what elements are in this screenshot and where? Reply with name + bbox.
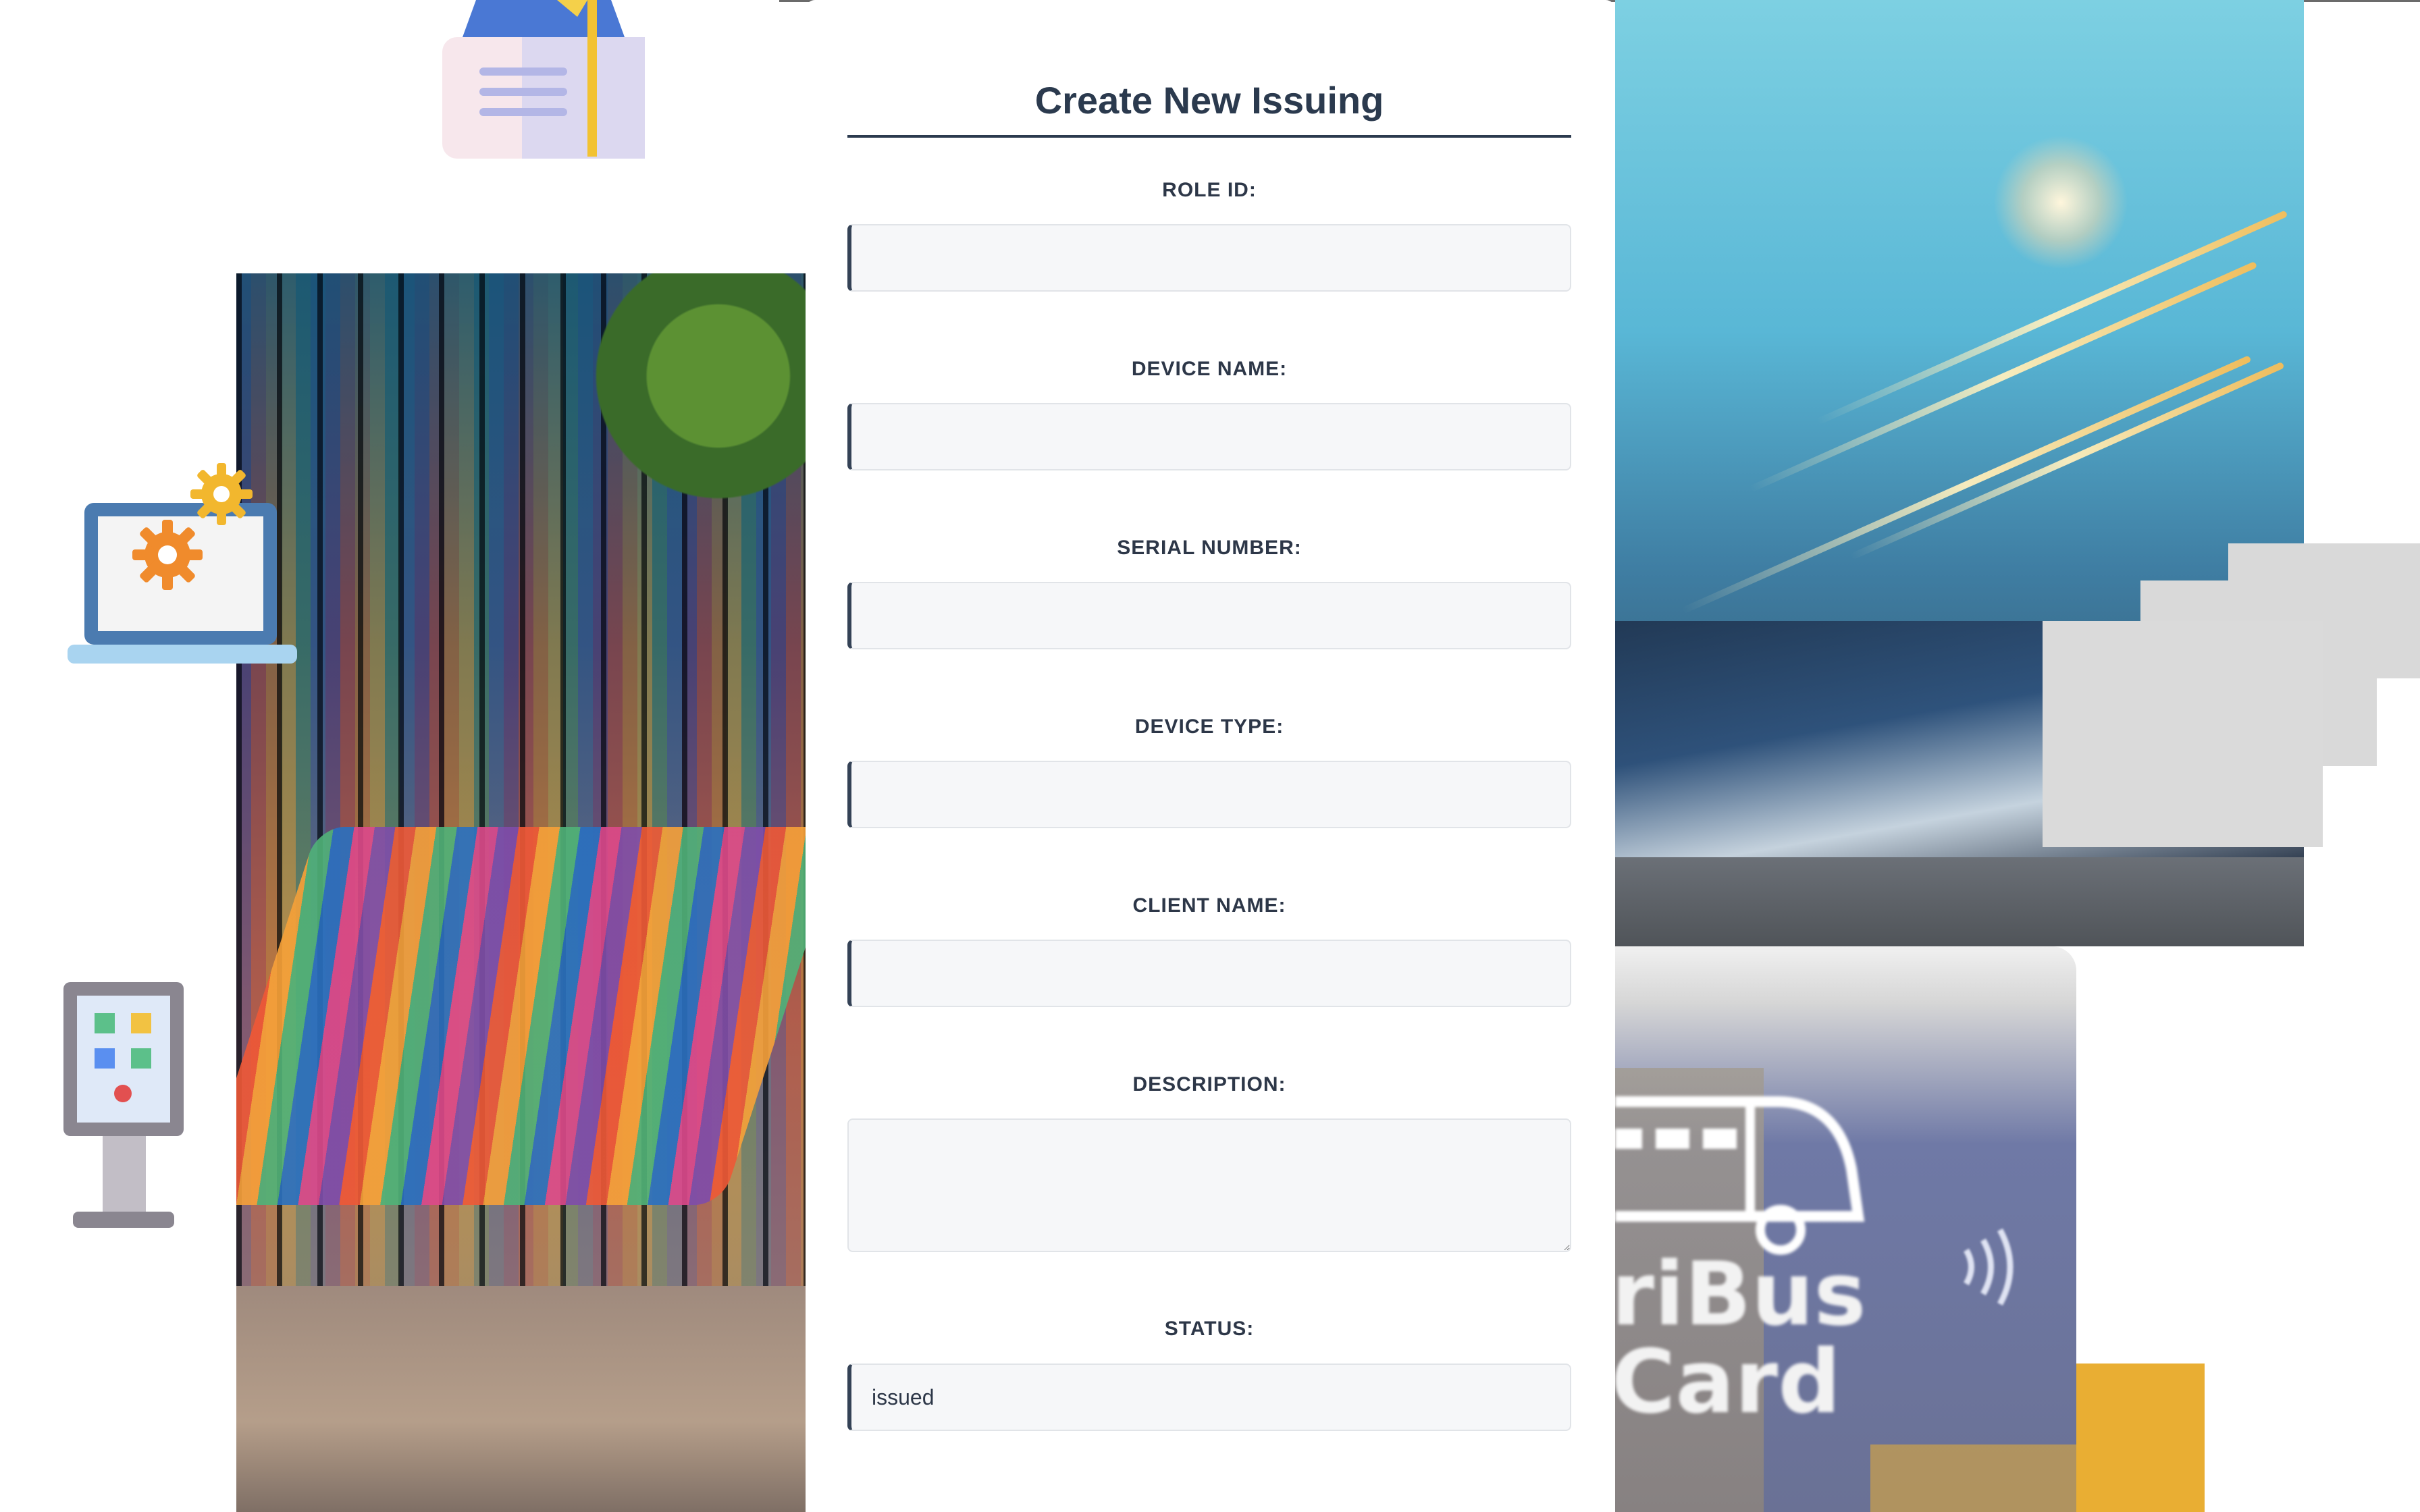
description-textarea[interactable] <box>847 1118 1571 1252</box>
status-input[interactable] <box>847 1364 1571 1431</box>
client-name-label: CLIENT NAME: <box>1132 894 1286 917</box>
accent-block <box>2076 1364 2205 1512</box>
accent-block <box>1870 1444 2076 1512</box>
client-name-input[interactable] <box>847 940 1571 1007</box>
description-label: DESCRIPTION: <box>1132 1073 1286 1096</box>
gray-block <box>2043 621 2323 847</box>
street-lamp-glow <box>1993 135 2128 270</box>
platform <box>1615 857 2304 946</box>
bus-card-image: riBus Card <box>1615 946 2076 1512</box>
serial-number-label: SERIAL NUMBER: <box>1117 537 1302 559</box>
document-icon <box>442 0 645 165</box>
contactless-icon <box>1953 1216 2034 1321</box>
role-id-label: ROLE ID: <box>1162 179 1257 201</box>
role-id-input[interactable] <box>847 224 1571 292</box>
tree-foliage <box>587 273 806 530</box>
status-label: STATUS: <box>1164 1318 1255 1340</box>
device-type-label: DEVICE TYPE: <box>1134 716 1284 738</box>
light-streak <box>1849 361 2285 560</box>
top-left-white-area <box>0 0 779 273</box>
serial-number-input[interactable] <box>847 582 1571 649</box>
device-name-input[interactable] <box>847 403 1571 470</box>
device-name-label: DEVICE NAME: <box>1131 358 1288 380</box>
device-type-input[interactable] <box>847 761 1571 828</box>
card-logo-text: riBus Card <box>1615 1243 1866 1433</box>
light-streak <box>1748 261 2258 493</box>
form-title: Create New Issuing <box>847 74 1571 138</box>
background-photo-bench <box>236 273 806 1512</box>
rainbow-bench <box>236 827 806 1205</box>
kiosk-icon <box>63 982 185 1242</box>
laptop-gear-icon <box>68 452 297 678</box>
create-issuing-form: Create New Issuing ROLE ID: DEVICE NAME:… <box>806 0 1615 1512</box>
sidewalk <box>236 1286 806 1512</box>
